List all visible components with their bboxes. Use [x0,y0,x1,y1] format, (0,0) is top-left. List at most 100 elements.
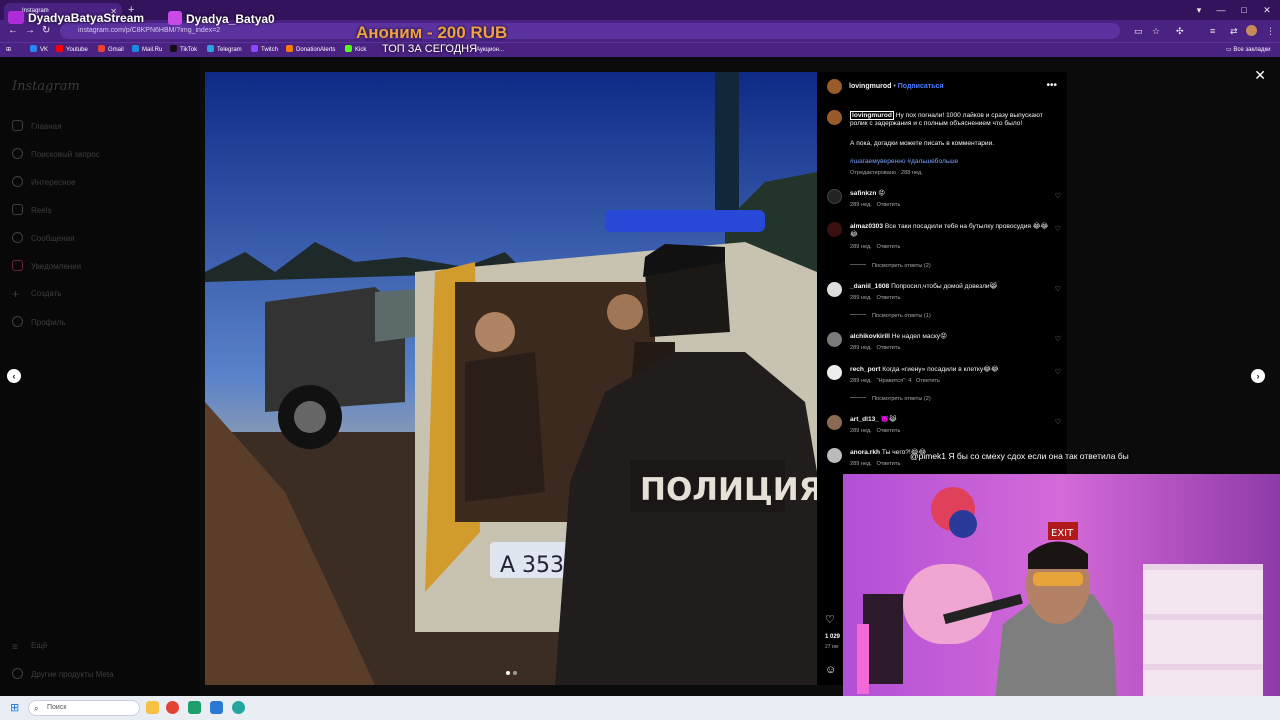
comment-avatar[interactable] [827,448,842,463]
sidebar-item-explore[interactable]: Интересное [12,176,75,189]
chat-username: @pimek1 [910,451,947,461]
bookmarks-bar: ⊞ VK Youtube Gmail Mail.Ru TikTok Telegr… [0,42,1280,57]
comment-like-icon[interactable]: ♡ [1055,285,1061,293]
app-icon[interactable] [210,701,223,714]
comment: _daniil_1608 Попросил,чтобы домой довезл… [850,283,998,290]
view-replies[interactable]: Посмотреть ответы (2) [850,263,931,269]
caption-username[interactable]: lovingmurod [850,111,894,120]
search-icon: ⌕ [34,704,39,713]
file-explorer-icon[interactable] [146,701,159,714]
sidebar-item-notifications[interactable]: Уведомления [12,260,81,273]
messenger-icon [12,232,23,243]
bookmark-gmail[interactable]: Gmail [98,45,124,55]
hashtags[interactable]: #шагаемуверенно #дальшебольше [850,158,1055,166]
caption-avatar[interactable] [827,110,842,125]
post-header: lovingmurod • Подписаться [849,83,944,90]
carousel-dot-2 [513,671,517,675]
all-bookmarks[interactable]: ▭ Все закладки [1226,45,1270,55]
comment-avatar[interactable] [827,332,842,347]
comment-like-icon[interactable]: ♡ [1055,225,1061,233]
minimize-icon[interactable]: — [1210,0,1232,20]
comment-like-icon[interactable]: ♡ [1055,368,1061,376]
instagram-logo[interactable]: Instagram [12,79,80,94]
taskbar-search-input[interactable]: Поиск [28,700,140,716]
next-post-icon[interactable]: › [1251,369,1265,383]
heart-icon [12,260,23,271]
sidebar-item-more[interactable]: ≡ Ещё [12,640,47,654]
hamburger-icon: ≡ [12,642,18,653]
sidebar-item-meta[interactable]: Другие продукты Meta [12,668,114,681]
tiktok-icon [168,11,182,25]
bookmark-auction[interactable]: Аукцион... [476,45,504,55]
likes-count: 1 029 [825,634,841,640]
comment-meta: 289 нед. Ответить [850,244,901,250]
cast-icon[interactable]: ▭ [1134,24,1143,38]
bookmark-tiktok[interactable]: TikTok [170,45,197,55]
bookmark-youtube[interactable]: Youtube [56,45,88,55]
maximize-icon[interactable]: □ [1233,0,1255,20]
back-icon[interactable]: ← [8,24,18,38]
more-options-icon[interactable]: ••• [1046,80,1057,91]
apps-icon[interactable]: ⊞ [6,45,11,55]
comment: art_dl13_ 👿😹 [850,416,897,423]
bookmark-twitch[interactable]: Twitch [251,45,278,55]
comment-avatar[interactable] [827,189,842,204]
comment-avatar[interactable] [827,282,842,297]
comment-meta: 289 нед. Ответить [850,428,901,434]
bookmark-kick[interactable]: Kick [345,45,366,55]
extensions-icon[interactable]: ✣ [1176,24,1184,38]
bookmark-telegram[interactable]: Telegram [207,45,242,55]
sidebar-item-reels[interactable]: Reels [12,204,51,217]
sidebar-item-home[interactable]: Главная [12,120,61,133]
comment-avatar[interactable] [827,222,842,237]
reload-icon[interactable]: ↻ [42,24,50,38]
close-icon[interactable]: ✕ [1254,67,1266,84]
author-username[interactable]: lovingmurod [849,83,891,90]
meta-icon [12,668,23,679]
app-icon[interactable] [188,701,201,714]
windows-start-icon[interactable]: ⊞ [10,702,19,714]
view-replies[interactable]: Посмотреть ответы (1) [850,313,931,319]
bookmark-star-icon[interactable]: ☆ [1152,24,1160,38]
chat-text: Я бы со смеху сдох если она так ответила… [948,451,1129,461]
profile-menu-icon[interactable]: ▾ [1188,0,1210,20]
close-window-icon[interactable]: ✕ [1256,0,1278,20]
vest-text: ПОЛИЦИЯ [640,472,817,508]
bookmark-vk[interactable]: VK [30,45,48,55]
comment-meta: 289 нед. Ответить [850,202,901,208]
home-icon [12,120,23,131]
chrome-icon[interactable] [166,701,179,714]
follow-button[interactable]: Подписаться [898,83,944,90]
comment-avatar[interactable] [827,365,842,380]
author-avatar[interactable] [827,79,842,94]
sidebar-item-search[interactable]: Поисковый запрос [12,148,100,161]
emoji-icon[interactable]: ☺ [825,664,836,676]
post-date: 27 ию [825,644,839,650]
view-replies[interactable]: Посмотреть ответы (2) [850,396,931,402]
sidebar-item-messages[interactable]: Сообщения [12,232,74,245]
bookmark-mailru[interactable]: Mail.Ru [132,45,162,55]
chat-message: @pimek1 Я бы со смеху сдох если она так … [910,451,1129,461]
forward-icon[interactable]: → [25,24,35,38]
comment: safinkzn 😡 [850,190,886,197]
comment-avatar[interactable] [827,415,842,430]
sidebar-item-profile[interactable]: Профиль [12,316,66,329]
comment: rech_port Когда «гиену» посадили в клетк… [850,366,999,373]
comment-like-icon[interactable]: ♡ [1055,192,1061,200]
more-icon[interactable]: ⋮ [1266,24,1275,38]
webcam-overlay: EXIT [843,474,1280,720]
comment-like-icon[interactable]: ♡ [1055,418,1061,426]
url-text: instagram.com/p/C8KPN6HBM/?img_index=2 [78,27,221,34]
post-photo[interactable]: А 3539 ПОЛИЦИЯ [205,72,817,685]
like-icon[interactable]: ♡ [825,613,835,626]
comment-meta: 289 нед. Ответить [850,295,901,301]
bookmark-donationalerts[interactable]: DonationAlerts [286,45,335,55]
caption-line-2: А пока, догадки можете писать в коммента… [850,140,995,147]
avatar[interactable] [1246,25,1257,36]
sidebar-item-create[interactable]: + Создать [12,288,61,300]
comment-like-icon[interactable]: ♡ [1055,335,1061,343]
menu-icon[interactable]: ≡ [1210,24,1215,38]
app-icon[interactable] [232,701,245,714]
sync-icon[interactable]: ⇄ [1230,24,1238,38]
prev-post-icon[interactable]: ‹ [7,369,21,383]
